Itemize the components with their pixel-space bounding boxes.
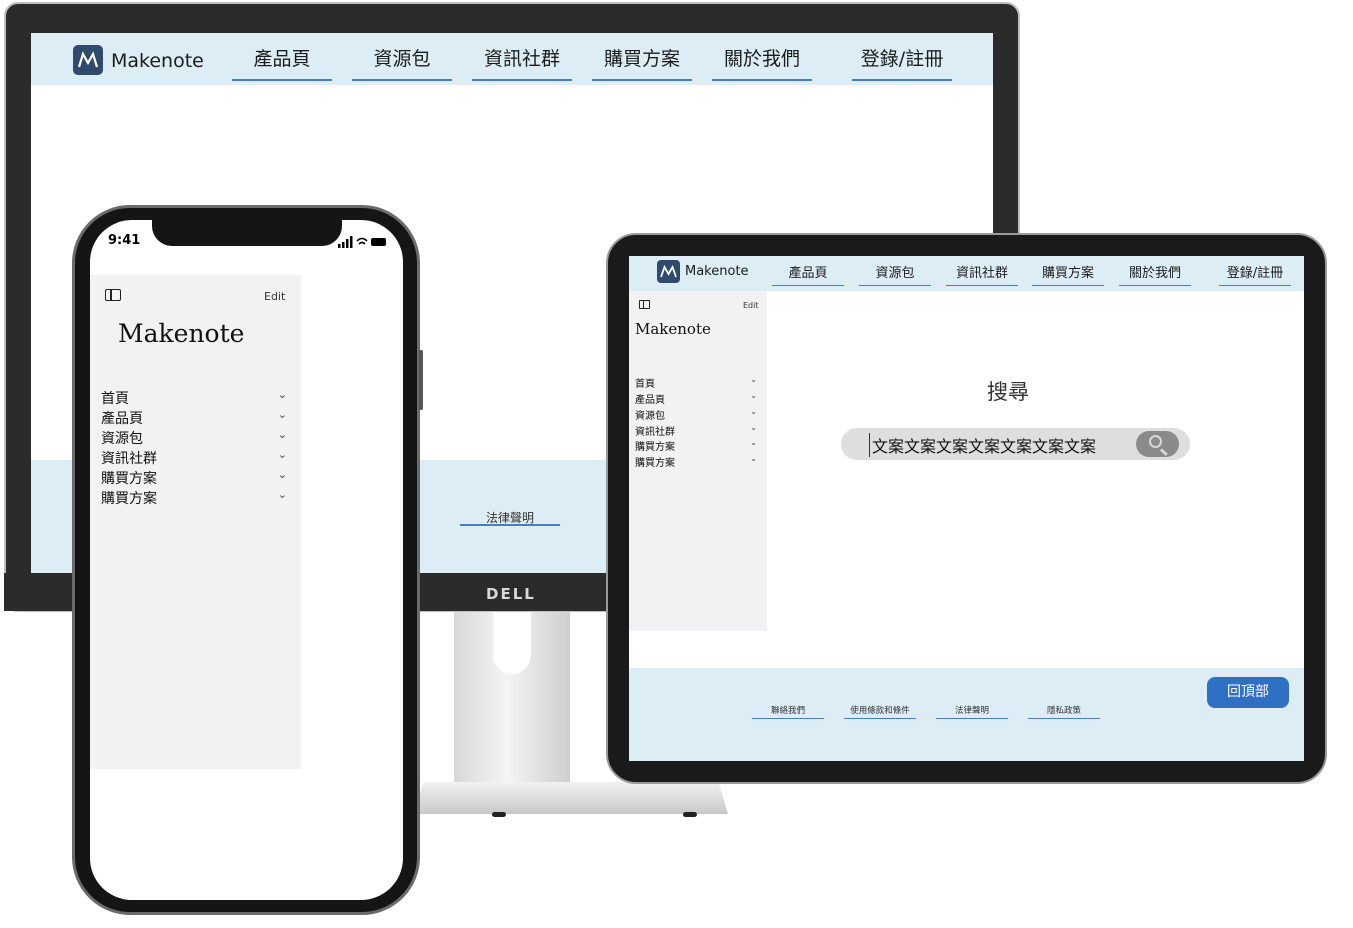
sidebar-item-products[interactable]: 產品頁 ⌄	[101, 408, 291, 428]
nav-item-pricing[interactable]: 購買方案	[592, 47, 692, 81]
sidebar-item-label: 首頁	[101, 391, 129, 407]
phone-notch	[152, 220, 342, 246]
brand-name[interactable]: Makenote	[111, 50, 204, 72]
sidebar-item-label: 產品頁	[635, 395, 665, 406]
brand-name[interactable]: Makenote	[685, 264, 749, 279]
sidebar-item-label: 資源包	[101, 431, 143, 447]
sidebar-item-label: 產品頁	[101, 411, 143, 427]
search-icon	[1149, 435, 1162, 448]
chevron-down-icon[interactable]: ⌄	[278, 468, 287, 481]
nav-item-login[interactable]: 登錄/註冊	[1219, 262, 1291, 286]
phone-screen: 9:41 Edit Makenote 首頁 ⌄ 產品頁 ⌄ 資源包 ⌄ 資訊社群 ⌄ 購…	[90, 220, 403, 900]
footer-link-legal[interactable]: 法律聲明	[936, 704, 1008, 719]
makenote-logo-icon[interactable]	[657, 260, 680, 283]
status-icons	[338, 236, 388, 251]
nav-item-about[interactable]: 關於我們	[712, 47, 812, 81]
chevron-down-icon[interactable]: ⌄	[278, 488, 287, 501]
chevron-down-icon[interactable]: ⌄	[278, 448, 287, 461]
sidebar-item-pricing[interactable]: 購買方案 ⌄	[101, 468, 291, 488]
makenote-logo-icon[interactable]	[73, 45, 103, 75]
monitor-stand-notch	[493, 612, 531, 674]
chevron-down-icon[interactable]: ⌄	[278, 428, 287, 441]
nav-item-resources[interactable]: 資源包	[352, 47, 452, 81]
nav-item-products[interactable]: 產品頁	[772, 262, 844, 286]
monitor-stand-base	[414, 782, 728, 814]
nav-item-login[interactable]: 登錄/註冊	[852, 47, 952, 81]
sidebar: Edit Makenote 首頁 ⌄ 產品頁 ⌄ 資源包 ⌄ 資訊社群 ⌄ 購買方案 ⌄ …	[629, 291, 767, 631]
sidebar: Edit Makenote 首頁 ⌄ 產品頁 ⌄ 資源包 ⌄ 資訊社群 ⌄ 購買方案 ⌄ …	[90, 275, 301, 769]
status-time: 9:41	[108, 233, 141, 248]
chevron-down-icon[interactable]: ⌄	[750, 407, 757, 416]
monitor-navbar: Makenote 產品頁 資源包 資訊社群 購買方案 關於我們 登錄/註冊	[31, 33, 993, 85]
chevron-down-icon[interactable]: ⌄	[750, 454, 757, 463]
sidebar-item-community[interactable]: 資訊社群 ⌄	[635, 423, 759, 438]
search-input[interactable]: 文案文案文案文案文案文案文案	[869, 433, 1096, 457]
nav-item-pricing[interactable]: 購買方案	[1032, 262, 1104, 286]
phone-side-button	[419, 350, 423, 410]
back-to-top-button[interactable]: 回頂部	[1207, 677, 1289, 708]
sidebar-item-community[interactable]: 資訊社群 ⌄	[101, 448, 291, 468]
tablet-footer: 聯絡我們 使用條款和條件 法律聲明 隱私政策 回頂部	[629, 668, 1304, 761]
chevron-down-icon[interactable]: ⌄	[278, 388, 287, 401]
sidebar-title: Makenote	[118, 319, 245, 348]
sidebar-item-label: 首頁	[635, 379, 655, 390]
sidebar-item-label: 購買方案	[101, 471, 157, 487]
edit-button[interactable]: Edit	[743, 301, 759, 310]
search-title: 搜尋	[987, 380, 1029, 404]
tablet-screen: Makenote 產品頁 資源包 資訊社群 購買方案 關於我們 登錄/註冊 Ed…	[629, 256, 1304, 761]
tablet-navbar: Makenote 產品頁 資源包 資訊社群 購買方案 關於我們 登錄/註冊	[629, 256, 1304, 291]
chevron-down-icon[interactable]: ⌄	[750, 391, 757, 400]
sidebar-item-resources[interactable]: 資源包 ⌄	[101, 428, 291, 448]
sidebar-item-label: 購買方案	[635, 442, 675, 453]
sidebar-item-home[interactable]: 首頁 ⌄	[635, 375, 759, 390]
sidebar-item-label: 資訊社群	[101, 451, 157, 467]
chevron-down-icon[interactable]: ⌄	[750, 423, 757, 432]
sidebar-item-pricing-2[interactable]: 購買方案 ⌄	[635, 454, 759, 469]
sidebar-toggle-icon[interactable]	[105, 289, 121, 301]
dell-logo: DELL	[486, 585, 536, 603]
footer-link-contact[interactable]: 聯絡我們	[752, 704, 824, 719]
sidebar-item-label: 資訊社群	[635, 427, 675, 438]
monitor-stand-foot	[683, 812, 697, 817]
monitor-stand-foot	[492, 812, 506, 817]
footer-link-terms[interactable]: 使用條款和條件	[844, 704, 916, 719]
chevron-down-icon[interactable]: ⌄	[278, 408, 287, 421]
footer-link-legal[interactable]: 法律聲明	[460, 509, 560, 526]
footer-link-privacy[interactable]: 隱私政策	[1028, 704, 1100, 719]
sidebar-item-products[interactable]: 產品頁 ⌄	[635, 391, 759, 406]
nav-item-products[interactable]: 產品頁	[232, 47, 332, 81]
search-bar[interactable]: 文案文案文案文案文案文案文案	[841, 428, 1190, 460]
sidebar-item-resources[interactable]: 資源包 ⌄	[635, 407, 759, 422]
nav-item-resources[interactable]: 資源包	[859, 262, 931, 286]
sidebar-item-home[interactable]: 首頁 ⌄	[101, 388, 291, 408]
search-button[interactable]	[1136, 431, 1179, 457]
edit-button[interactable]: Edit	[264, 290, 285, 303]
nav-item-community[interactable]: 資訊社群	[946, 262, 1018, 286]
sidebar-item-label: 資源包	[635, 411, 665, 422]
sidebar-item-pricing[interactable]: 購買方案 ⌄	[635, 438, 759, 453]
nav-item-about[interactable]: 關於我們	[1119, 262, 1191, 286]
nav-item-community[interactable]: 資訊社群	[472, 47, 572, 81]
chevron-down-icon[interactable]: ⌄	[750, 438, 757, 447]
sidebar-toggle-icon[interactable]	[639, 300, 650, 309]
sidebar-title: Makenote	[635, 320, 711, 338]
sidebar-item-label: 購買方案	[635, 458, 675, 469]
sidebar-item-pricing-2[interactable]: 購買方案 ⌄	[101, 488, 291, 508]
sidebar-item-label: 購買方案	[101, 491, 157, 507]
chevron-down-icon[interactable]: ⌄	[750, 375, 757, 384]
